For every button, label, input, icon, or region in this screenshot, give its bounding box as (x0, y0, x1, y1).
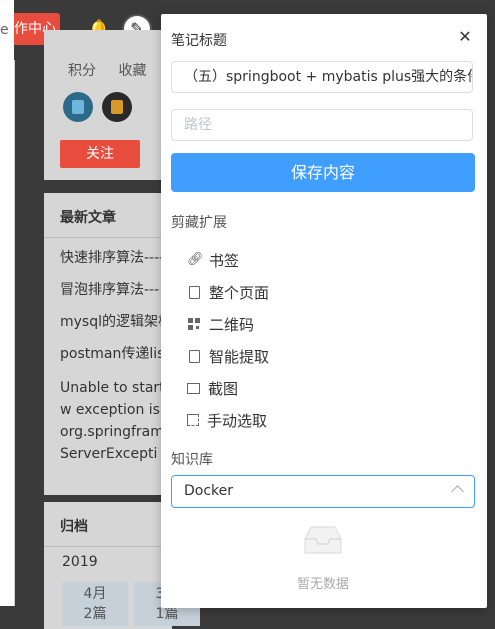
save-content-button[interactable]: 保存内容 (171, 153, 475, 192)
favorites-label: 收藏 (118, 63, 147, 79)
points-label: 积分 (68, 63, 96, 79)
clip-option-smart-extract[interactable]: 智能提取 (187, 340, 269, 372)
divider (44, 237, 172, 238)
stat-labels: 积分 收藏 (68, 60, 164, 80)
article-link[interactable]: postman传递list (60, 345, 172, 363)
note-title-input[interactable]: （五）springboot + mybatis plus强大的条件 (171, 61, 473, 93)
empty-inbox-icon (304, 526, 342, 554)
knowledge-base-select[interactable]: Docker (171, 475, 475, 508)
clip-option-bookmark[interactable]: 🔗︎ 书签 (187, 244, 269, 276)
follow-button[interactable]: 关注 (60, 140, 140, 168)
clip-extension-label: 剪藏扩展 (171, 215, 227, 231)
knowledge-base-label: 知识库 (171, 452, 213, 468)
path-input[interactable]: 路径 (171, 109, 473, 141)
archive-year: 2019 (62, 554, 98, 570)
left-text-fragment: e (0, 22, 9, 38)
clipper-popup: 笔记标题 ✕ （五）springboot + mybatis plus强大的条件… (161, 14, 487, 608)
left-panel: e (0, 0, 15, 606)
qrcode-icon (188, 318, 200, 330)
document-icon (189, 285, 200, 299)
clip-option-qrcode[interactable]: 二维码 (187, 308, 269, 340)
profile-card: 积分 收藏 关注 (44, 30, 172, 180)
clip-option-screenshot[interactable]: 截图 (187, 372, 269, 404)
clip-option-label: 整个页面 (209, 283, 270, 302)
clip-option-label: 二维码 (209, 315, 255, 334)
archive-month-april[interactable]: 4月 2篇 (62, 582, 128, 626)
article-link[interactable]: 冒泡排序算法--- (60, 281, 172, 299)
close-icon[interactable]: ✕ (457, 29, 473, 45)
clip-options-list: 🔗︎ 书签 整个页面 二维码 智能提取 截图 手动选取 (187, 244, 269, 436)
note-badge-icon (102, 92, 132, 122)
archive-card: 归档 2019 4月 2篇 3月 1篇 (44, 502, 200, 629)
archive-month-label: 4月 (83, 586, 107, 602)
clip-option-manual-select[interactable]: 手动选取 (187, 404, 269, 436)
archive-title: 归档 (60, 519, 88, 535)
clip-option-full-page[interactable]: 整个页面 (187, 276, 269, 308)
knowledge-base-selected: Docker (184, 483, 234, 499)
image-icon (187, 382, 200, 394)
knowledge-base-dropdown: 暂无数据 (171, 511, 475, 599)
list-badge-icon (63, 92, 93, 122)
latest-articles-card: 最新文章 快速排序算法---- 冒泡排序算法--- mysql的逻辑架构 pos… (44, 193, 172, 495)
empty-data-text: 暂无数据 (296, 577, 349, 592)
chevron-up-icon (451, 485, 464, 498)
link-icon: 🔗︎ (187, 252, 204, 267)
select-icon (187, 414, 199, 426)
clip-option-label: 截图 (208, 379, 239, 398)
clip-option-label: 智能提取 (209, 347, 270, 366)
article-link[interactable]: Unable to start w exception is org.sprin… (60, 377, 172, 465)
article-link[interactable]: mysql的逻辑架构 (60, 313, 172, 331)
article-link[interactable]: 快速排序算法---- (60, 249, 172, 267)
divider (44, 546, 172, 547)
clip-option-label: 手动选取 (207, 411, 268, 430)
popup-title: 笔记标题 (171, 33, 227, 49)
document-icon (189, 349, 200, 363)
article-list: 快速排序算法---- 冒泡排序算法--- mysql的逻辑架构 postman传… (60, 249, 172, 479)
clip-option-label: 书签 (209, 251, 240, 270)
archive-month-count: 2篇 (83, 606, 107, 622)
latest-articles-title: 最新文章 (60, 210, 116, 226)
